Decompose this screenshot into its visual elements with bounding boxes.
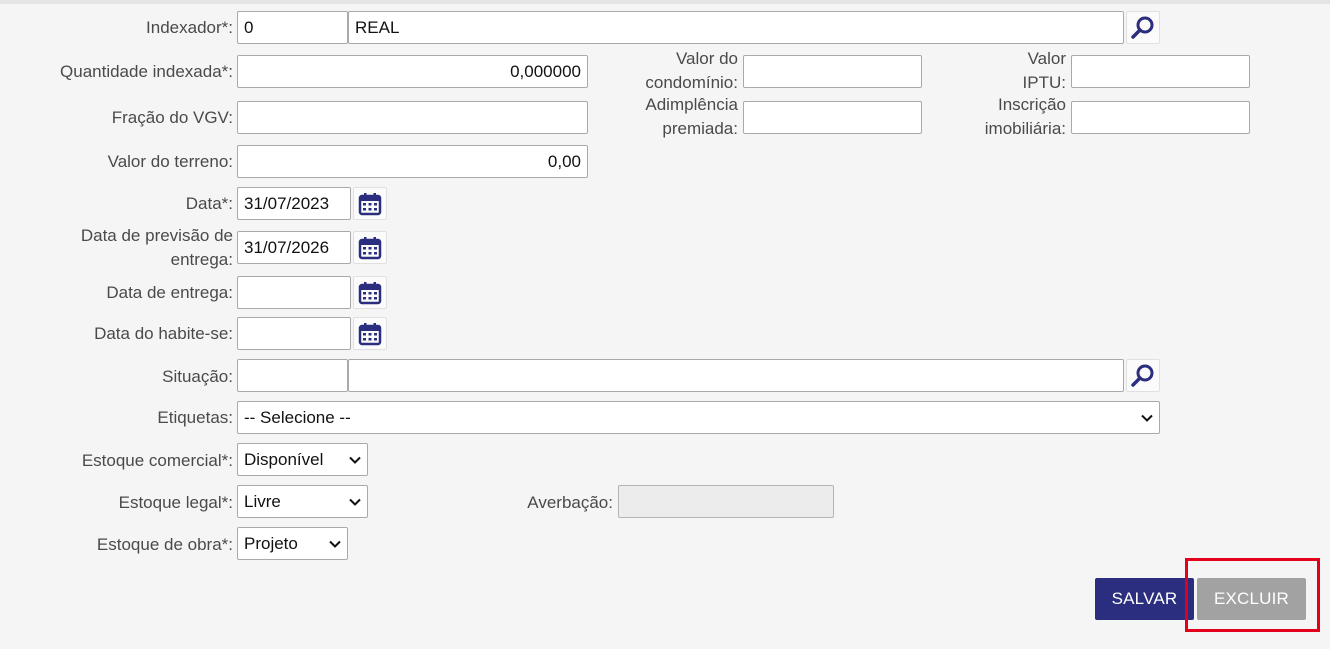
valor-condominio-label-line1: Valor do [675, 49, 738, 68]
magnifier-icon [1131, 16, 1154, 39]
data-input[interactable] [237, 187, 351, 220]
calendar-icon [358, 322, 382, 345]
valor-terreno-label: Valor do terreno: [107, 152, 233, 171]
data-previsao-input[interactable] [237, 231, 351, 264]
valor-condominio-label-line2: condomínio: [645, 73, 738, 92]
data-entrega-calendar-button[interactable] [353, 276, 387, 309]
chevron-down-icon [349, 498, 361, 506]
quantidade-indexada-label: Quantidade indexada*: [60, 62, 233, 81]
fracao-vgv-label: Fração do VGV: [111, 108, 233, 127]
inscricao-imobiliaria-input[interactable] [1071, 101, 1250, 134]
estoque-legal-selected-value: Livre [244, 491, 281, 511]
calendar-icon [358, 281, 382, 304]
estoque-obra-selected-value: Projeto [244, 533, 298, 553]
data-habite-input[interactable] [237, 317, 351, 350]
data-previsao-label-line2: entrega: [170, 250, 233, 269]
estoque-obra-label: Estoque de obra*: [96, 535, 233, 554]
magnifier-icon [1131, 364, 1154, 387]
valor-condominio-input[interactable] [743, 55, 922, 88]
save-button[interactable]: SALVAR [1095, 578, 1194, 620]
data-habite-calendar-button[interactable] [353, 317, 387, 350]
etiquetas-select[interactable]: -- Selecione -- [237, 401, 1160, 434]
adimplencia-premiada-label-line2: premiada: [662, 119, 738, 138]
fracao-vgv-input[interactable] [237, 101, 588, 134]
estoque-comercial-selected-value: Disponível [244, 449, 324, 469]
indexador-search-button[interactable] [1126, 11, 1160, 44]
chevron-down-icon [1141, 414, 1153, 422]
averbacao-input [618, 485, 834, 518]
data-label: Data*: [185, 194, 233, 213]
chevron-down-icon [329, 540, 341, 548]
data-calendar-button[interactable] [353, 187, 387, 220]
estoque-comercial-label: Estoque comercial*: [81, 451, 233, 470]
situacao-label: Situação: [162, 367, 233, 386]
valor-iptu-label-line1: Valor [1027, 49, 1066, 68]
calendar-icon [358, 236, 382, 259]
estoque-legal-label: Estoque legal*: [118, 493, 233, 512]
situacao-code-input[interactable] [237, 359, 348, 392]
valor-iptu-input[interactable] [1071, 55, 1250, 88]
situacao-name-input[interactable] [348, 359, 1124, 392]
indexador-label: Indexador*: [146, 18, 233, 37]
adimplencia-premiada-label-line1: Adimplência [645, 95, 738, 114]
delete-button[interactable]: EXCLUIR [1197, 578, 1306, 620]
estoque-comercial-select[interactable]: Disponível [237, 443, 368, 476]
etiquetas-label: Etiquetas: [157, 408, 233, 427]
data-habite-label: Data do habite-se: [94, 324, 233, 343]
valor-iptu-label-line2: IPTU: [1022, 73, 1066, 92]
adimplencia-premiada-input[interactable] [743, 101, 922, 134]
estoque-legal-select[interactable]: Livre [237, 485, 368, 518]
indexador-name-input[interactable] [348, 11, 1124, 44]
quantidade-indexada-input[interactable] [237, 55, 588, 88]
indexador-code-input[interactable] [237, 11, 348, 44]
valor-terreno-input[interactable] [237, 145, 588, 178]
data-previsao-calendar-button[interactable] [353, 231, 387, 264]
data-previsao-label-line1: Data de previsão de [80, 226, 233, 245]
etiquetas-selected-value: -- Selecione -- [244, 407, 351, 427]
data-entrega-input[interactable] [237, 276, 351, 309]
inscricao-imobiliaria-label-line2: imobiliária: [984, 119, 1066, 138]
estoque-obra-select[interactable]: Projeto [237, 527, 348, 560]
data-entrega-label: Data de entrega: [106, 283, 233, 302]
chevron-down-icon [349, 456, 361, 464]
top-bar [0, 0, 1330, 4]
inscricao-imobiliaria-label-line1: Inscrição [997, 95, 1066, 114]
calendar-icon [358, 192, 382, 215]
averbacao-label: Averbação: [527, 493, 613, 512]
situacao-search-button[interactable] [1126, 359, 1160, 392]
